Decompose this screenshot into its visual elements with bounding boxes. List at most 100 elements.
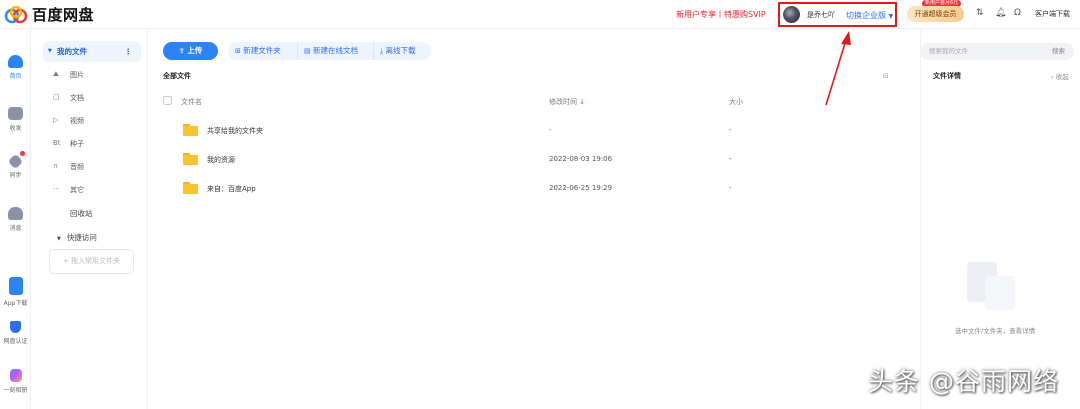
offline-download-label: 离线下载 [385, 46, 416, 55]
search-input[interactable]: 搜索我的文件 [920, 43, 1074, 60]
avatar[interactable] [783, 6, 800, 23]
sidebar-item-my-files[interactable]: ▼ 我的文件 ⋮ [43, 41, 141, 62]
sidebar-item-label: 其它 [70, 186, 84, 194]
app-logo[interactable]: 百度网盘 [4, 4, 94, 25]
left-rail: 首页 收发 同步 消息 App下载 网盘认证 一刻相册 [0, 29, 31, 409]
file-name[interactable]: 共享给我的文件夹 [207, 126, 263, 136]
sync-icon [7, 153, 24, 170]
search-button[interactable]: 搜索 [1052, 43, 1065, 60]
rail-item-album[interactable]: 一刻相册 [0, 369, 31, 394]
ellipsis-icon: ··· [53, 185, 60, 193]
phone-icon [8, 277, 23, 295]
modified-header-label: 修改时间 [549, 98, 577, 106]
collapse-label: 收起 [1055, 73, 1069, 81]
breadcrumb[interactable]: 全部文件 [163, 71, 191, 81]
sidebar-item-label: 种子 [70, 140, 84, 148]
upload-icon: ⇪ [178, 47, 185, 55]
detail-panel [920, 29, 1080, 409]
new-online-doc-button[interactable]: ▤ 新建在线文档 [297, 42, 373, 60]
column-header-modified[interactable]: 修改时间 ↓ [549, 97, 585, 107]
rail-item-home[interactable]: 首页 [0, 55, 31, 80]
sidebar-item-videos[interactable]: ▷ 视频 [53, 116, 84, 126]
chevron-down-icon: ▼ [888, 13, 894, 20]
inbox-icon [8, 107, 23, 120]
sidebar-item-audio[interactable]: ∩ 音频 [53, 162, 84, 172]
new-doc-icon: ▤ [304, 47, 311, 55]
grid-view-icon[interactable]: ⊟ [883, 72, 889, 80]
image-icon: ⛰ [53, 70, 59, 78]
verify-icon [10, 321, 21, 333]
top-bar: 百度网盘 新用户专享丨特惠购SVIP 是乔七吖 切换企业版 ▼ 新用户首月6元 … [0, 0, 1080, 29]
collapse-button[interactable]: › 收起 [1051, 71, 1069, 81]
app-title: 百度网盘 [32, 6, 95, 24]
svip-promo-link[interactable]: 新用户专享丨特惠购SVIP [676, 9, 766, 20]
rail-label: 一刻相册 [3, 387, 28, 394]
upload-button[interactable]: ⇪ 上传 [163, 42, 218, 60]
people-icon [8, 207, 23, 220]
quick-access-label: 快捷访问 [66, 233, 97, 242]
headphones-icon: ∩ [53, 162, 59, 170]
rail-item-messages[interactable]: 消息 [0, 207, 31, 232]
add-folder-icon: ⊞ [235, 47, 241, 55]
rail-label: 消息 [9, 225, 22, 232]
download-icon: ⤓ [380, 47, 384, 55]
new-doc-label: 新建在线文档 [313, 46, 359, 55]
file-name[interactable]: 来自：百度App [207, 184, 256, 194]
sidebar-item-recycle[interactable]: 回收站 [70, 208, 93, 219]
cloud-icon [8, 55, 23, 68]
file-size: - [729, 155, 732, 163]
sidebar-item-label: 图片 [70, 71, 84, 79]
caret-down-icon: ▼ [48, 48, 52, 54]
file-modified: 2022-06-25 19:29 [549, 184, 613, 192]
switch-enterprise-link[interactable]: 切换企业版 ▼ [846, 10, 893, 21]
baidu-cloud-logo-icon [4, 5, 28, 23]
user-name[interactable]: 是乔七吖 [807, 10, 835, 20]
detail-title: 文件详情 [933, 72, 961, 80]
sidebar-item-quick-access[interactable]: ▼ 快捷访问 [57, 232, 97, 243]
rail-item-app-download[interactable]: App下载 [0, 277, 31, 307]
column-header-name[interactable]: 文件名 [181, 97, 202, 107]
sidebar-item-label: 文档 [70, 94, 84, 102]
offline-download-button[interactable]: ⤓ 离线下载 [373, 42, 431, 60]
empty-file-icon [967, 262, 1015, 310]
file-size: - [729, 184, 732, 192]
rail-label: 同步 [9, 172, 22, 179]
add-favorite-folder-dropzone[interactable]: + 拖入常用文件夹 [49, 249, 134, 274]
rail-item-inbox[interactable]: 收发 [0, 107, 31, 132]
folder-icon [183, 182, 198, 194]
sidebar-item-torrents[interactable]: Bt 种子 [53, 139, 84, 149]
switch-enterprise-label: 切换企业版 [846, 11, 886, 20]
column-header-size[interactable]: 大小 [729, 97, 743, 107]
open-vip-button[interactable]: 开通超级会员 [907, 6, 964, 22]
watermark: 头条 @谷雨网络 [868, 367, 1059, 396]
rail-item-verify[interactable]: 网盘认证 [0, 321, 31, 345]
new-folder-button[interactable]: ⊞ 新建文件夹 [228, 42, 297, 60]
user-switch-box: 是乔七吖 切换企业版 ▼ [778, 2, 897, 27]
rail-item-sync[interactable]: 同步 [0, 151, 31, 179]
client-download-link[interactable]: 客户端下载 [1035, 9, 1070, 19]
new-folder-label: 新建文件夹 [243, 46, 281, 55]
more-icon[interactable]: ⋮ [125, 41, 133, 62]
album-icon [9, 369, 22, 382]
file-name[interactable]: 我的资源 [207, 155, 235, 165]
notification-dot [20, 151, 25, 156]
transfer-icon[interactable]: ⇅ [976, 8, 984, 18]
rail-label: 收发 [9, 125, 22, 132]
sidebar-item-other[interactable]: ··· 其它 [53, 185, 84, 195]
my-files-label: 我的文件 [57, 47, 87, 56]
sidebar-item-label: 音频 [70, 163, 84, 171]
sidebar-item-images[interactable]: ⛰ 图片 [53, 70, 84, 80]
bell-icon[interactable]: 🔔︎ [995, 8, 1006, 18]
chevron-right-icon: › [1051, 73, 1054, 81]
headset-icon[interactable]: Ω [1014, 8, 1021, 18]
bt-icon: Bt [53, 139, 61, 147]
sidebar-item-docs[interactable]: ▢ 文档 [53, 93, 84, 103]
folder-icon [183, 124, 198, 136]
main-panel [149, 29, 920, 409]
file-modified: 2022-08-03 19:06 [549, 155, 613, 163]
select-all-checkbox[interactable] [163, 96, 172, 105]
sidebar-item-label: 视频 [70, 117, 84, 125]
caret-down-icon: ▼ [57, 236, 61, 242]
upload-label: 上传 [187, 46, 203, 55]
rail-label: App下载 [3, 300, 28, 307]
